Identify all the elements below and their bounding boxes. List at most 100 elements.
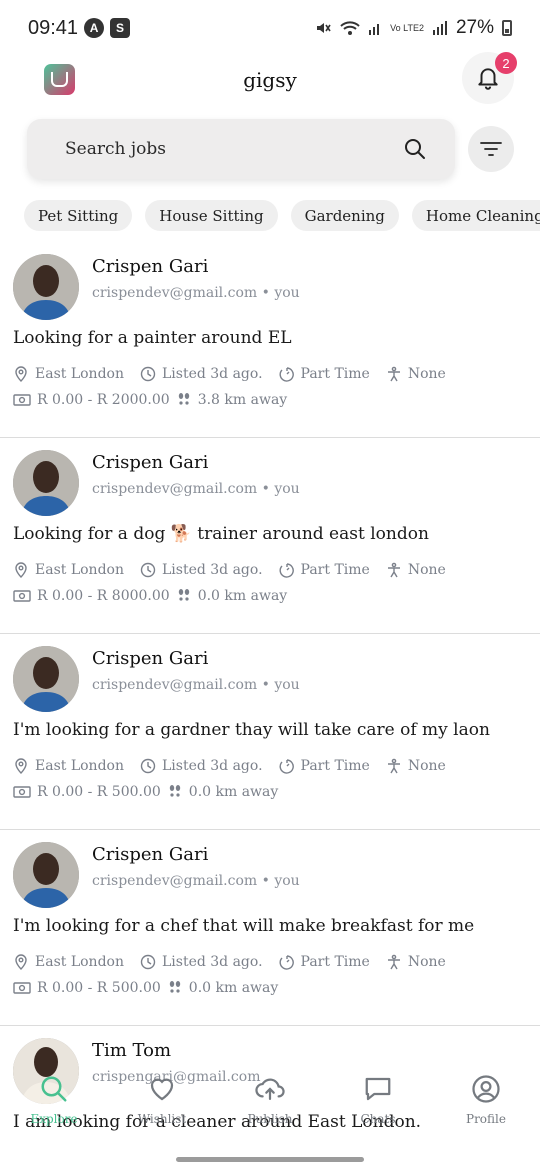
job-distance: 0.0 km away	[188, 980, 279, 996]
notifications-button[interactable]: 2	[462, 52, 517, 104]
job-type: Part Time	[300, 758, 370, 774]
job-pay: R 0.00 - R 500.00	[37, 980, 161, 996]
chip-house-sitting[interactable]: House Sitting	[145, 200, 278, 231]
job-type: Part Time	[300, 954, 370, 970]
avatar[interactable]	[13, 254, 79, 320]
job-title: I'm looking for a chef that will make br…	[13, 916, 475, 936]
footsteps-icon	[178, 393, 189, 405]
filter-button[interactable]	[468, 126, 514, 172]
job-meta-row-2: R 0.00 - R 500.00 0.0 km away	[13, 784, 278, 800]
job-experience: None	[407, 954, 446, 970]
status-s-icon: S	[110, 18, 131, 38]
money-icon	[13, 394, 31, 406]
job-distance: 3.8 km away	[197, 392, 288, 408]
poster-name: Crispen Gari	[92, 648, 209, 669]
job-meta-row: East London Listed 3d ago. Part Time Non…	[13, 954, 446, 970]
nav-chats-label: Chats	[360, 1112, 396, 1126]
clock-icon	[140, 366, 156, 382]
cloud-upload-icon	[255, 1078, 285, 1100]
person-icon	[387, 758, 400, 774]
search-bar[interactable]: Search jobs	[27, 119, 455, 179]
nav-explore[interactable]: Explore	[0, 1070, 108, 1145]
footsteps-icon	[169, 785, 180, 797]
clock-icon	[140, 954, 156, 970]
poster-name: Crispen Gari	[92, 256, 209, 277]
avatar[interactable]	[13, 842, 79, 908]
timer-icon	[279, 367, 294, 382]
nav-explore-label: Explore	[30, 1112, 78, 1126]
location-icon	[15, 758, 27, 774]
job-pay: R 0.00 - R 8000.00	[37, 588, 170, 604]
job-distance: 0.0 km away	[197, 588, 288, 604]
status-time: 09:41	[28, 16, 79, 39]
job-list: Crispen Gari crispendev@gmail.com • you …	[0, 242, 540, 1170]
search-icon[interactable]	[403, 137, 427, 161]
job-card[interactable]: Crispen Gari crispendev@gmail.com • you …	[0, 242, 540, 438]
app-header: gigsy 2	[0, 52, 540, 108]
chat-icon	[365, 1077, 391, 1101]
timer-icon	[279, 759, 294, 774]
job-title: I'm looking for a gardner thay will take…	[13, 720, 490, 740]
job-location: East London	[35, 366, 124, 382]
search-input[interactable]: Search jobs	[65, 139, 403, 159]
job-meta-row-2: R 0.00 - R 500.00 0.0 km away	[13, 980, 278, 996]
job-card[interactable]: Crispen Gari crispendev@gmail.com • you …	[0, 830, 540, 1026]
poster-email: crispendev@gmail.com • you	[92, 481, 300, 497]
job-location: East London	[35, 562, 124, 578]
poster-name: Tim Tom	[92, 1040, 172, 1061]
gesture-bar[interactable]	[176, 1157, 364, 1162]
heart-icon	[150, 1078, 174, 1101]
avatar[interactable]	[13, 450, 79, 516]
job-type: Part Time	[300, 562, 370, 578]
app-title: gigsy	[243, 68, 297, 92]
job-card[interactable]: Crispen Gari crispendev@gmail.com • you …	[0, 634, 540, 830]
nav-chats[interactable]: Chats	[324, 1070, 432, 1145]
job-experience: None	[407, 758, 446, 774]
job-meta-row-2: R 0.00 - R 2000.00 3.8 km away	[13, 392, 287, 408]
signal-icon	[369, 24, 380, 35]
wifi-icon	[340, 21, 360, 35]
job-pay: R 0.00 - R 500.00	[37, 784, 161, 800]
nav-publish[interactable]: Publish	[216, 1070, 324, 1145]
clock-icon	[140, 562, 156, 578]
person-icon	[387, 366, 400, 382]
person-icon	[387, 562, 400, 578]
search-icon	[41, 1076, 67, 1102]
clock-icon	[140, 758, 156, 774]
location-icon	[15, 366, 27, 382]
nav-profile-label: Profile	[466, 1112, 506, 1126]
job-location: East London	[35, 758, 124, 774]
job-type: Part Time	[300, 366, 370, 382]
filter-icon	[480, 142, 502, 156]
poster-email: crispendev@gmail.com • you	[92, 677, 300, 693]
job-listed: Listed 3d ago.	[161, 954, 263, 970]
job-title: Looking for a dog 🐕 trainer around east …	[13, 524, 429, 544]
job-meta-row-2: R 0.00 - R 8000.00 0.0 km away	[13, 588, 287, 604]
job-pay: R 0.00 - R 2000.00	[37, 392, 170, 408]
job-distance: 0.0 km away	[188, 784, 279, 800]
poster-email: crispendev@gmail.com • you	[92, 873, 300, 889]
timer-icon	[279, 563, 294, 578]
nav-profile[interactable]: Profile	[432, 1070, 540, 1145]
job-location: East London	[35, 954, 124, 970]
job-listed: Listed 3d ago.	[161, 366, 263, 382]
network-label: Vo LTE2	[390, 22, 424, 33]
signal-icon-2	[432, 21, 447, 35]
battery-percent: 27%	[455, 17, 494, 38]
location-icon	[15, 562, 27, 578]
job-title: Looking for a painter around EL	[13, 328, 292, 348]
nav-publish-label: Publish	[247, 1112, 293, 1126]
chip-gardening[interactable]: Gardening	[290, 200, 399, 231]
bottom-nav: Explore Wishlist Publish Chats Profile	[0, 1070, 540, 1145]
nav-wishlist[interactable]: Wishlist	[108, 1070, 216, 1145]
chip-home-cleaning[interactable]: Home Cleaning	[411, 200, 540, 231]
job-listed: Listed 3d ago.	[161, 562, 263, 578]
money-icon	[13, 786, 31, 798]
job-card[interactable]: Crispen Gari crispendev@gmail.com • you …	[0, 438, 540, 634]
money-icon	[13, 590, 31, 602]
poster-email: crispendev@gmail.com • you	[92, 285, 300, 301]
avatar[interactable]	[13, 646, 79, 712]
chip-pet-sitting[interactable]: Pet Sitting	[24, 200, 133, 231]
job-listed: Listed 3d ago.	[161, 758, 263, 774]
money-icon	[13, 982, 31, 994]
